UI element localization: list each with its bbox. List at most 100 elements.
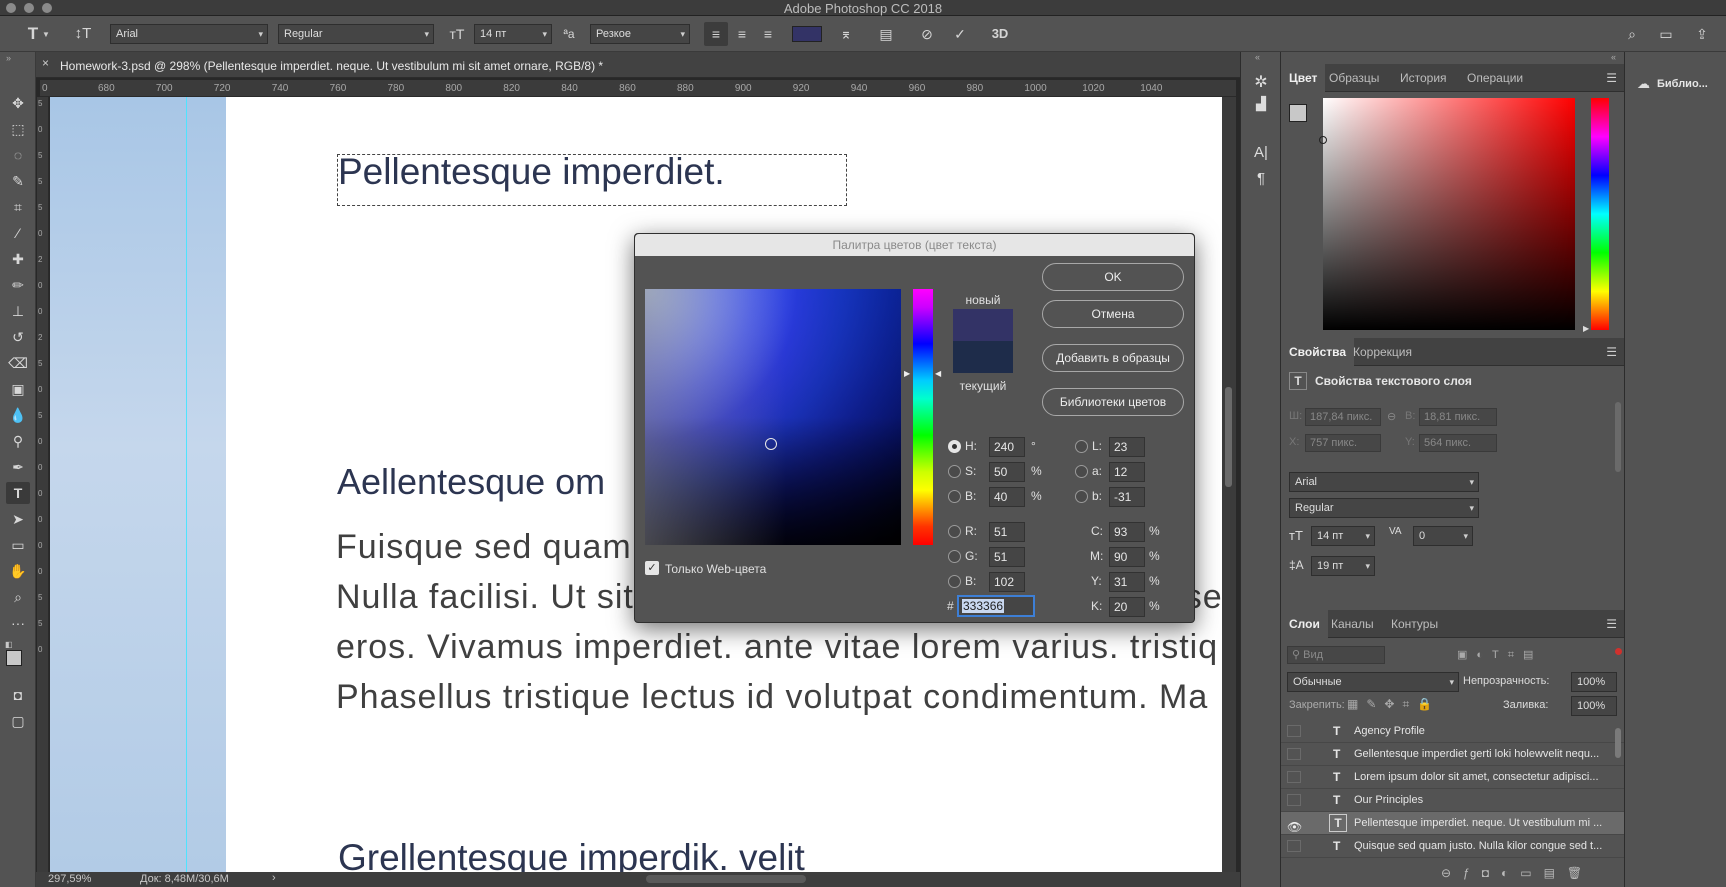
- color-cursor[interactable]: [1319, 136, 1327, 144]
- gradient-tool-icon[interactable]: ▣: [6, 378, 30, 400]
- collapse-icon[interactable]: «: [1611, 52, 1616, 62]
- screen-mode-icon[interactable]: ▢: [6, 710, 30, 732]
- font-family-select[interactable]: Arial ▾: [110, 24, 268, 44]
- dodge-tool-icon[interactable]: ⚲: [6, 430, 30, 452]
- fill-field[interactable]: 100%: [1571, 696, 1617, 716]
- lock-icons[interactable]: ▦✎✥⌗🔒: [1347, 697, 1440, 712]
- radio-l[interactable]: [1075, 440, 1088, 453]
- 3d-button[interactable]: 3D: [988, 22, 1012, 46]
- tab-layers[interactable]: Слои: [1281, 610, 1328, 638]
- tab-swatches[interactable]: Образцы: [1321, 64, 1387, 92]
- properties-font-size-select[interactable]: 14 пт ▾: [1311, 526, 1375, 546]
- eraser-tool-icon[interactable]: ⌫: [6, 352, 30, 374]
- radio-s[interactable]: [948, 465, 961, 478]
- canvas-heading-2[interactable]: Aellentesque om: [337, 461, 605, 503]
- text-tool-preset-icon[interactable]: T: [22, 24, 44, 44]
- brush-tool-icon[interactable]: ✏: [6, 274, 30, 296]
- collapse-icon[interactable]: «: [1255, 52, 1260, 62]
- chevron-right-icon[interactable]: ›: [272, 872, 276, 884]
- close-document-icon[interactable]: ×: [42, 56, 49, 70]
- link-icon[interactable]: ⊖: [1387, 410, 1396, 423]
- antialias-select[interactable]: Резкое ▾: [590, 24, 690, 44]
- m-input[interactable]: 90: [1109, 547, 1145, 567]
- font-style-select[interactable]: Regular ▾: [278, 24, 434, 44]
- leading-select[interactable]: 19 пт ▾: [1311, 556, 1375, 576]
- radio-r[interactable]: [948, 525, 961, 538]
- radio-a[interactable]: [1075, 465, 1088, 478]
- layer-row[interactable]: T Lorem ipsum dolor sit amet, consectetur…: [1281, 766, 1625, 789]
- k-input[interactable]: 20: [1109, 597, 1145, 617]
- visibility-toggle[interactable]: [1287, 725, 1301, 737]
- blur-tool-icon[interactable]: 💧: [6, 404, 30, 426]
- layer-row[interactable]: T Quisque sed quam justo. Nulla kilor con…: [1281, 835, 1625, 858]
- zoom-tool-icon[interactable]: ⌕: [6, 586, 30, 608]
- canvas-heading-1[interactable]: Pellentesque imperdiet.: [338, 151, 725, 193]
- color-libraries-button[interactable]: Библиотеки цветов: [1042, 388, 1184, 416]
- r-input[interactable]: 51: [989, 522, 1025, 542]
- rectangle-tool-icon[interactable]: ▭: [6, 534, 30, 556]
- foreground-color-swatch[interactable]: [1289, 104, 1307, 122]
- histogram-icon[interactable]: ▟: [1249, 96, 1273, 118]
- a-input[interactable]: 12: [1109, 462, 1145, 482]
- y-input[interactable]: 31: [1109, 572, 1145, 592]
- clone-stamp-tool-icon[interactable]: ⊥: [6, 300, 30, 322]
- canvas-vertical-scrollbar[interactable]: [1222, 97, 1236, 872]
- text-orientation-icon[interactable]: ↕T: [72, 24, 94, 44]
- visibility-toggle[interactable]: [1287, 748, 1301, 760]
- slider-arrow-left-icon[interactable]: ▶: [904, 369, 910, 378]
- libraries-label[interactable]: Библио...: [1657, 78, 1708, 90]
- layer-row[interactable]: T Our Principles: [1281, 789, 1625, 812]
- tab-history[interactable]: История: [1392, 64, 1455, 92]
- blue-input[interactable]: 102: [989, 572, 1025, 592]
- move-tool-icon[interactable]: ✥: [6, 92, 30, 114]
- h-input[interactable]: 240: [989, 437, 1025, 457]
- tab-paths[interactable]: Контуры: [1383, 610, 1446, 638]
- height-field[interactable]: 18,81 пикс.: [1419, 408, 1497, 426]
- document-tab[interactable]: Homework-3.psd @ 298% (Pellentesque impe…: [56, 55, 603, 77]
- search-icon[interactable]: ⌕: [1620, 22, 1644, 46]
- path-selection-tool-icon[interactable]: ➤: [6, 508, 30, 530]
- layer-row[interactable]: T Agency Profile: [1281, 720, 1625, 743]
- paragraph-icon[interactable]: ¶: [1249, 170, 1273, 192]
- lab-b-input[interactable]: -31: [1109, 487, 1145, 507]
- s-input[interactable]: 50: [989, 462, 1025, 482]
- slider-arrow-right-icon[interactable]: ◀: [935, 369, 941, 378]
- radio-g[interactable]: [948, 550, 961, 563]
- more-tools-icon[interactable]: ···: [6, 612, 30, 634]
- layers-footer-icons[interactable]: ⊖ƒ◘◐▭▤🗑: [1441, 866, 1594, 880]
- filter-toggle-icon[interactable]: [1615, 648, 1622, 655]
- radio-lab-b[interactable]: [1075, 490, 1088, 503]
- g-input[interactable]: 51: [989, 547, 1025, 567]
- align-right-button[interactable]: ≡: [756, 22, 780, 46]
- quick-mask-icon[interactable]: ◘: [6, 684, 30, 706]
- color-cursor[interactable]: [765, 438, 777, 450]
- visibility-toggle[interactable]: [1287, 794, 1301, 806]
- scrollbar-thumb[interactable]: [1225, 387, 1232, 487]
- l-input[interactable]: 23: [1109, 437, 1145, 457]
- eyedropper-tool-icon[interactable]: ⁄: [6, 222, 30, 244]
- text-color-swatch[interactable]: [792, 26, 822, 42]
- navigator-icon[interactable]: ✲: [1249, 72, 1273, 94]
- tab-channels[interactable]: Каналы: [1323, 610, 1382, 638]
- opacity-field[interactable]: 100%: [1571, 672, 1617, 692]
- commit-edit-icon[interactable]: ✓: [948, 22, 972, 46]
- color-field[interactable]: [1319, 98, 1575, 330]
- visibility-toggle[interactable]: [1287, 840, 1301, 852]
- tab-color[interactable]: Цвет: [1281, 64, 1326, 92]
- collapse-icon[interactable]: »: [6, 53, 11, 63]
- layer-row-selected[interactable]: 👁 T Pellentesque imperdiet. neque. Ut vest…: [1281, 812, 1625, 835]
- lasso-tool-icon[interactable]: ◌: [6, 144, 30, 166]
- pen-tool-icon[interactable]: ✒: [6, 456, 30, 478]
- current-color-swatch[interactable]: [953, 341, 1013, 373]
- tab-adjustments[interactable]: Коррекция: [1345, 338, 1420, 366]
- layer-filter-select[interactable]: ⚲ Вид: [1287, 646, 1385, 664]
- c-input[interactable]: 93: [1109, 522, 1145, 542]
- b-input[interactable]: 40: [989, 487, 1025, 507]
- hue-slider[interactable]: [913, 289, 933, 545]
- panel-menu-icon[interactable]: ☰: [1606, 71, 1617, 85]
- character-panel-icon[interactable]: ▤: [874, 22, 898, 46]
- libraries-icon[interactable]: ☁: [1637, 76, 1650, 92]
- chevron-down-icon[interactable]: ▼: [42, 30, 50, 39]
- healing-brush-tool-icon[interactable]: ✚: [6, 248, 30, 270]
- layer-row[interactable]: T Gellentesque imperdiet gerti loki holew…: [1281, 743, 1625, 766]
